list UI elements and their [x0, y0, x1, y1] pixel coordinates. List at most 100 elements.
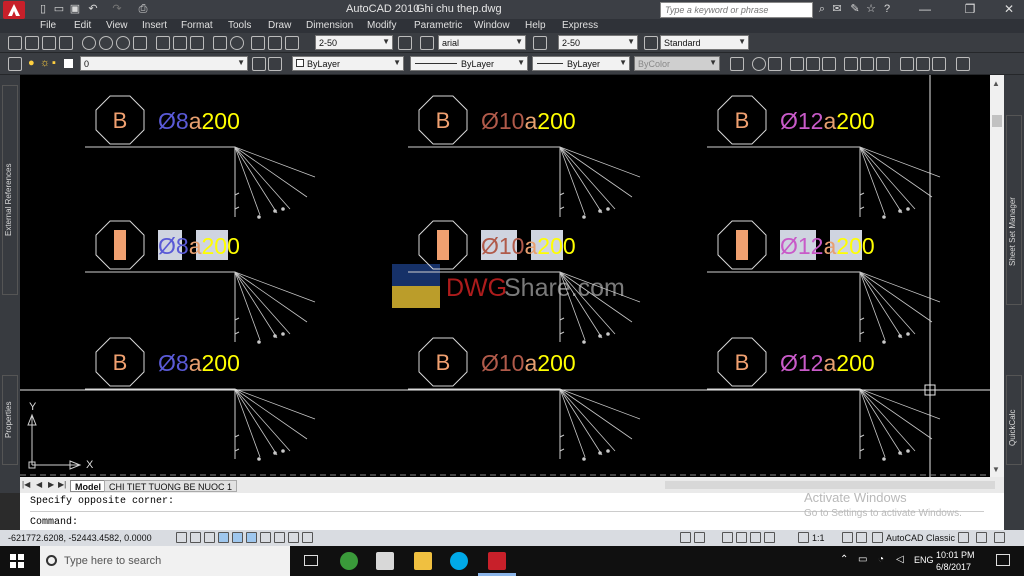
tolerance-icon[interactable]: [213, 36, 227, 50]
menu-tools[interactable]: Tools: [228, 20, 251, 31]
polar-icon[interactable]: [232, 532, 243, 543]
scroll-thumb[interactable]: [992, 115, 1002, 127]
dim-baseline-icon-b[interactable]: [806, 57, 820, 71]
tab-first-icon[interactable]: |◀: [22, 480, 30, 489]
dim-edit-icon-b[interactable]: [900, 57, 914, 71]
scroll-down-icon[interactable]: ▼: [992, 465, 1000, 474]
color-select[interactable]: ByLayer ▼: [292, 56, 404, 71]
workspace-name[interactable]: AutoCAD Classic: [886, 533, 955, 543]
undo-icon[interactable]: ↶: [86, 2, 100, 16]
palette-sheet-set-manager[interactable]: Sheet Set Manager: [1006, 115, 1022, 305]
lock-icon[interactable]: [958, 532, 969, 543]
clock-date[interactable]: 6/8/2017: [936, 562, 971, 572]
center-mark-icon[interactable]: [230, 36, 244, 50]
menu-parametric[interactable]: Parametric: [414, 20, 462, 31]
plotstyle-select[interactable]: ByColor ▼: [634, 56, 720, 71]
snap-icon[interactable]: [190, 532, 201, 543]
osnap-icon[interactable]: [246, 532, 257, 543]
menu-modify[interactable]: Modify: [367, 20, 396, 31]
notifications-icon[interactable]: [996, 554, 1010, 566]
arc-length-icon[interactable]: [42, 36, 56, 50]
clock-time[interactable]: 10:01 PM: [936, 550, 975, 560]
restore-icon[interactable]: ❐: [955, 0, 985, 19]
tools-icon[interactable]: ✎: [848, 2, 862, 16]
tray-language[interactable]: ENG: [914, 555, 934, 565]
diameter-icon[interactable]: [116, 36, 130, 50]
layer-lock-icon[interactable]: ▪: [52, 57, 56, 69]
palette-quickcalc[interactable]: QuickCalc: [1006, 375, 1022, 465]
model-space-icon[interactable]: [680, 532, 691, 543]
menu-view[interactable]: View: [106, 20, 128, 31]
layer-manager-icon[interactable]: [8, 57, 22, 71]
tray-network-icon[interactable]: ◔: [878, 554, 884, 565]
dim-edit-icon[interactable]: [251, 36, 265, 50]
tab-model[interactable]: Model: [70, 480, 106, 492]
menu-file[interactable]: File: [40, 20, 56, 31]
menu-draw[interactable]: Draw: [268, 20, 291, 31]
lineweight-icon[interactable]: [302, 532, 313, 543]
command-prompt[interactable]: Command:: [30, 517, 78, 528]
layer-sun-icon[interactable]: ☼: [40, 57, 50, 69]
tray-battery-icon[interactable]: ▭: [858, 554, 867, 565]
drawing-canvas[interactable]: DWG Share.com B Ø8a200 B Ø10a200 B Ø12a200 Ø8a20…: [20, 75, 990, 477]
save-icon[interactable]: ▣: [68, 2, 82, 16]
layout-icon[interactable]: [694, 532, 705, 543]
dim-radius-icon-b[interactable]: [752, 57, 766, 71]
dim-text-edit-icon[interactable]: [268, 36, 282, 50]
dim-center-icon-b[interactable]: [876, 57, 890, 71]
annotation-visibility-icon[interactable]: [842, 532, 853, 543]
quick-dim-icon[interactable]: [156, 36, 170, 50]
linetype-select[interactable]: ByLayer ▼: [410, 56, 528, 71]
isolate-icon[interactable]: [976, 532, 987, 543]
taskbar-autocad-icon[interactable]: [488, 552, 506, 570]
ducs-icon[interactable]: [274, 532, 285, 543]
windows-start-icon[interactable]: [10, 554, 24, 568]
menu-edit[interactable]: Edit: [74, 20, 91, 31]
menu-help[interactable]: Help: [525, 20, 546, 31]
open-icon[interactable]: ▭: [52, 2, 66, 16]
close-icon[interactable]: ✕: [994, 0, 1024, 19]
task-view-icon[interactable]: [304, 555, 318, 566]
make-current-icon[interactable]: [252, 57, 266, 71]
layer-bulb-icon[interactable]: ●: [28, 57, 35, 69]
pan-icon[interactable]: [722, 532, 733, 543]
table-style-icon[interactable]: [644, 36, 658, 50]
tray-volume-icon[interactable]: ◁: [896, 554, 904, 565]
dim-text-icon-b[interactable]: [916, 57, 930, 71]
menu-format[interactable]: Format: [181, 20, 213, 31]
layer-color-icon[interactable]: [64, 59, 73, 68]
annotation-scale-icon[interactable]: [798, 532, 809, 543]
dim-angular-icon-b[interactable]: [790, 57, 804, 71]
layer-select[interactable]: 0 ▼: [80, 56, 248, 71]
tray-up-icon[interactable]: ⌃: [840, 554, 848, 565]
lineweight-select[interactable]: ByLayer ▼: [532, 56, 630, 71]
vertical-scrollbar[interactable]: ▲ ▼: [990, 75, 1004, 477]
steering-icon[interactable]: [750, 532, 761, 543]
text-style-icon[interactable]: [420, 36, 434, 50]
coordinates-readout[interactable]: -621772.6208, -52443.4582, 0.0000: [8, 533, 152, 543]
continue-icon[interactable]: [190, 36, 204, 50]
tab-layout-1[interactable]: CHI TIET TUONG BE NUOC 1: [104, 480, 238, 492]
showmotion-icon[interactable]: [764, 532, 775, 543]
minimize-icon[interactable]: —: [910, 0, 940, 19]
new-icon[interactable]: ▯: [36, 2, 50, 16]
palette-properties[interactable]: Properties: [2, 375, 18, 465]
menu-insert[interactable]: Insert: [142, 20, 167, 31]
dim-leader-icon-b[interactable]: [844, 57, 858, 71]
workspace-icon[interactable]: [872, 532, 883, 543]
tab-next-icon[interactable]: ▶: [48, 480, 54, 489]
grid-icon[interactable]: [204, 532, 215, 543]
scroll-up-icon[interactable]: ▲: [992, 79, 1000, 88]
help-icon[interactable]: ?: [880, 2, 894, 16]
communication-icon[interactable]: ✉: [830, 2, 844, 16]
taskbar-app-grid-icon[interactable]: [376, 552, 394, 570]
dim-update-icon[interactable]: [285, 36, 299, 50]
dim-style-icon-2[interactable]: [533, 36, 547, 50]
hscroll-track[interactable]: [665, 481, 995, 489]
ortho-icon[interactable]: [218, 532, 229, 543]
linear-dim-icon[interactable]: [8, 36, 22, 50]
tab-prev-icon[interactable]: ◀: [36, 480, 42, 489]
dim-style-select-2[interactable]: 2-50 ▼: [558, 35, 638, 50]
dim-style-icon[interactable]: [398, 36, 412, 50]
favorites-icon[interactable]: ☆: [864, 2, 878, 16]
